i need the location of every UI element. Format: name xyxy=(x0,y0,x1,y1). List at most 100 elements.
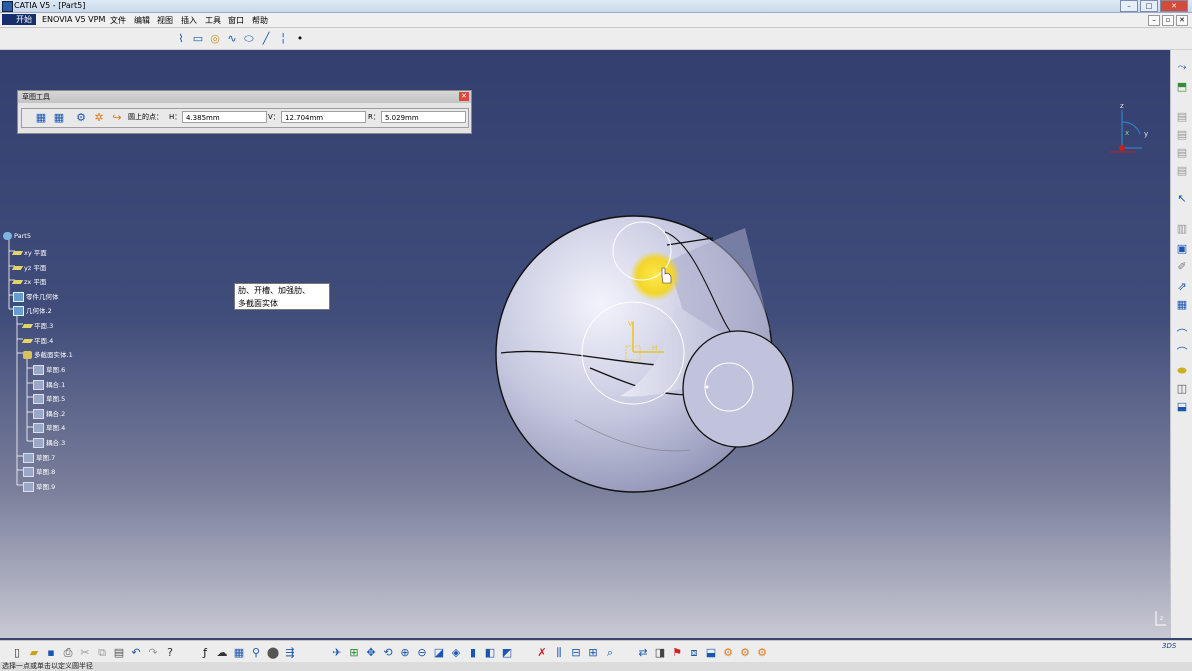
shading-icon[interactable]: ▮ xyxy=(466,646,480,659)
workbench-icon[interactable]: ⬒ xyxy=(1175,80,1189,93)
tree-node[interactable]: 草图.9 xyxy=(23,481,55,492)
geometric-constraints-icon[interactable]: ✲ xyxy=(92,111,106,124)
doc-close-button[interactable]: ✕ xyxy=(1176,15,1188,26)
fillet-icon[interactable]: ⌒ xyxy=(1175,328,1189,341)
menu-window[interactable]: 窗口 xyxy=(228,15,244,26)
undo-arrow-icon[interactable]: ↶ xyxy=(129,646,143,659)
h-field[interactable]: 4.385mm xyxy=(182,111,267,123)
print-icon[interactable]: ⎙ xyxy=(61,646,75,659)
table-icon[interactable]: ▦ xyxy=(232,646,246,659)
settings-icon[interactable]: ⚙ xyxy=(755,646,769,659)
profile-icon[interactable]: ⌇ xyxy=(174,32,188,45)
knowledge-icon[interactable]: ☁ xyxy=(215,646,229,659)
menu-help[interactable]: 帮助 xyxy=(252,15,268,26)
dimensional-constraints-icon[interactable]: ↪ xyxy=(110,111,124,124)
constraint-icon[interactable]: ▥ xyxy=(1175,222,1189,235)
axis-icon[interactable]: ╎ xyxy=(276,32,290,45)
circle-icon[interactable]: ◎ xyxy=(208,32,222,45)
ellipse-icon[interactable]: ⬭ xyxy=(242,32,256,45)
swap-visible-icon[interactable]: ◩ xyxy=(500,646,514,659)
view-mode-icon[interactable]: ⧈ xyxy=(687,646,701,659)
tree-node[interactable]: 草图.6 xyxy=(33,364,65,375)
tree-node[interactable]: 耦合.3 xyxy=(33,437,65,448)
hole-icon[interactable]: ▦ xyxy=(1175,298,1189,311)
layer-icon[interactable]: ⬓ xyxy=(704,646,718,659)
tree-node[interactable]: Part5 xyxy=(3,232,31,240)
search-icon[interactable]: ⌕ xyxy=(603,646,617,659)
redo-arrow-icon[interactable]: ↷ xyxy=(146,646,160,659)
tree-node[interactable]: 平面.3 xyxy=(21,320,53,330)
point-icon[interactable]: • xyxy=(293,32,307,45)
tree-node[interactable]: 耦合.2 xyxy=(33,408,65,419)
fit-all-icon[interactable]: ⊞ xyxy=(347,646,361,659)
draft-icon[interactable]: ⬬ xyxy=(1175,364,1189,377)
shaft-icon[interactable]: ⇗ xyxy=(1175,280,1189,293)
menu-start[interactable]: 开始 xyxy=(2,14,36,25)
doc-restore-button[interactable]: ▫ xyxy=(1162,15,1174,26)
tree-node[interactable]: zx 平面 xyxy=(11,276,46,286)
sketch-analysis-icon[interactable]: ✗ xyxy=(535,646,549,659)
hide-show-icon[interactable]: ◧ xyxy=(483,646,497,659)
redo-icon[interactable]: ▤ xyxy=(1175,164,1189,177)
iso-view-icon[interactable]: ◈ xyxy=(449,646,463,659)
material-icon[interactable]: ⬤ xyxy=(266,646,280,659)
close-button[interactable]: ✕ xyxy=(1160,0,1188,12)
sketch-tools-close-button[interactable]: ✕ xyxy=(459,92,469,101)
formula-icon[interactable]: ƒ xyxy=(198,646,212,659)
cut-icon[interactable]: ✂ xyxy=(78,646,92,659)
menu-enovia[interactable]: ENOVIA V5 VPM xyxy=(42,15,105,24)
zoom-out-icon[interactable]: ⊖ xyxy=(415,646,429,659)
rotate-icon[interactable]: ⟲ xyxy=(381,646,395,659)
new-icon[interactable]: ▯ xyxy=(10,646,24,659)
compass-widget[interactable]: z x y xyxy=(1108,102,1150,156)
tools-icon[interactable]: ⚙ xyxy=(721,646,735,659)
maximize-button[interactable]: □ xyxy=(1140,0,1158,12)
undo-icon[interactable]: ▤ xyxy=(1175,146,1189,159)
tree-node[interactable]: 草图.8 xyxy=(23,466,55,477)
rectangle-icon[interactable]: ▭ xyxy=(191,32,205,45)
paste-doc-icon[interactable]: ▤ xyxy=(112,646,126,659)
tree-node[interactable]: xy 平面 xyxy=(11,247,47,257)
doc-minimize-button[interactable]: – xyxy=(1148,15,1160,26)
pattern-icon[interactable]: ⬓ xyxy=(1175,400,1189,413)
pad-icon[interactable]: ▣ xyxy=(1175,242,1189,255)
line-icon[interactable]: ╱ xyxy=(259,32,273,45)
tree-node[interactable]: 草图.4 xyxy=(33,422,65,433)
menu-tools[interactable]: 工具 xyxy=(205,15,221,26)
copy-doc-icon[interactable]: ⧉ xyxy=(95,646,109,659)
sketch-tools-panel[interactable]: 草图工具 ✕ ▦ ▦ ⚙ ✲ ↪ 圆上的点： H： 4.385mm V： 12.… xyxy=(17,90,472,134)
spline-icon[interactable]: ∿ xyxy=(225,32,239,45)
open-icon[interactable]: ▰ xyxy=(27,646,41,659)
mirror-icon[interactable]: ◫ xyxy=(1175,382,1189,395)
chamfer-icon[interactable]: ⌒ xyxy=(1175,346,1189,359)
menu-edit[interactable]: 编辑 xyxy=(134,15,150,26)
r-field[interactable]: 5.029mm xyxy=(381,111,466,123)
tree-node[interactable]: 草图.5 xyxy=(33,393,65,404)
menu-insert[interactable]: 插入 xyxy=(181,15,197,26)
fly-mode-icon[interactable]: ✈ xyxy=(330,646,344,659)
normal-view-icon[interactable]: ◪ xyxy=(432,646,446,659)
select-icon[interactable]: ↖ xyxy=(1175,192,1189,205)
3d-viewport[interactable]: H V z x y z xyxy=(0,50,1170,638)
manipulate-icon[interactable]: ◨ xyxy=(653,646,667,659)
update-icon[interactable]: ⇄ xyxy=(636,646,650,659)
cut-part-icon[interactable]: ⫼ xyxy=(552,646,566,659)
menu-view[interactable]: 视图 xyxy=(157,15,173,26)
snap-to-point-icon[interactable]: ▦ xyxy=(52,111,66,124)
tree-node[interactable]: 多截面实体.1 xyxy=(23,349,73,359)
copy-icon[interactable]: ▤ xyxy=(1175,110,1189,123)
pocket-icon[interactable]: ✐ xyxy=(1175,260,1189,273)
tree-node[interactable]: yz 平面 xyxy=(11,262,46,272)
whats-this-icon[interactable]: ? xyxy=(163,646,177,659)
construction-element-icon[interactable]: ⚙ xyxy=(74,111,88,124)
tree-node[interactable]: 零件几何体 xyxy=(13,291,59,302)
options-icon[interactable]: ⚙ xyxy=(738,646,752,659)
grid-icon[interactable]: ▦ xyxy=(34,111,48,124)
tree-node[interactable]: 平面.4 xyxy=(21,335,53,345)
measure-icon[interactable]: ⇶ xyxy=(283,646,297,659)
tree-node[interactable]: 草图.7 xyxy=(23,452,55,463)
minimize-button[interactable]: – xyxy=(1120,0,1138,12)
tree-node[interactable]: 几何体.2 xyxy=(13,305,52,316)
paste-icon[interactable]: ▤ xyxy=(1175,128,1189,141)
hierarchy-icon[interactable]: ⚲ xyxy=(249,646,263,659)
